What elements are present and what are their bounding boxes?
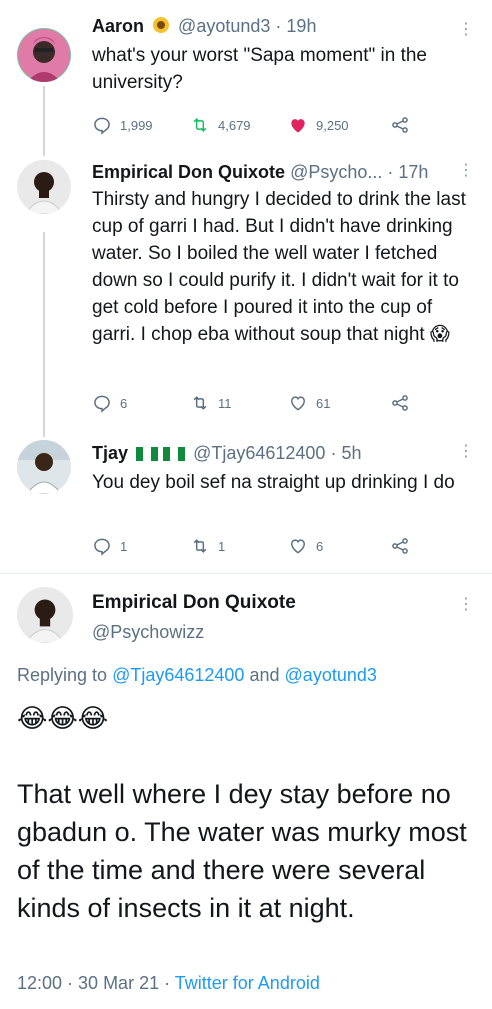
tweet-time[interactable]: 19h — [286, 16, 316, 36]
retweet-count: 11 — [218, 395, 232, 411]
more-icon[interactable]: ⋮ — [458, 22, 474, 38]
tweet-header: Aaron @ayotund3 · 19h — [92, 14, 480, 40]
avatar[interactable] — [17, 587, 73, 643]
tweet-meta: 12:00 · 30 Mar 21 · Twitter for Android — [17, 973, 320, 993]
tweet-text: Thirsty and hungry I decided to drink th… — [92, 189, 466, 345]
tweet-text: You dey boil sef na straight up drinking… — [92, 472, 455, 493]
retweet-button[interactable]: 1 — [190, 536, 225, 556]
retweet-count: 4,679 — [218, 117, 251, 133]
share-icon — [392, 395, 408, 411]
reply-button[interactable]: 6 — [92, 393, 127, 413]
retweet-icon — [193, 118, 207, 132]
like-icon — [291, 119, 305, 133]
retweet-icon — [193, 396, 207, 410]
share-button[interactable] — [390, 536, 418, 556]
reply-count: 6 — [120, 395, 128, 411]
mention-link[interactable]: @Tjay64612400 — [112, 665, 244, 685]
author-name[interactable]: Empirical Don Quixote — [92, 162, 285, 182]
thread-line-2 — [43, 232, 45, 437]
replying-to: Replying to @Tjay64612400 and @ayotund3 — [17, 665, 377, 685]
mention-link[interactable]: @ayotund3 — [285, 665, 377, 685]
like-count: 6 — [316, 538, 324, 554]
reply-icon — [94, 538, 110, 556]
more-icon[interactable]: ⋮ — [458, 597, 474, 613]
tweet-time[interactable]: 17h — [398, 162, 428, 182]
divider — [0, 573, 492, 574]
share-button[interactable] — [390, 115, 418, 135]
tweet-time[interactable]: 5h — [341, 443, 361, 463]
author-handle[interactable]: @Tjay64612400 — [193, 443, 325, 463]
tweet-header: Tjay @Tjay64612400 · 5h — [92, 441, 480, 467]
tweet-actions: 1,999 4,679 9,250 — [92, 115, 422, 135]
reply-count: 1,999 — [120, 117, 153, 133]
tweet-header: Empirical Don Quixote @Psycho... · 17h — [92, 162, 429, 182]
flag-icon — [136, 443, 186, 467]
tweet-text: what's your worst "Sapa moment" in the u… — [92, 45, 427, 93]
like-count: 61 — [316, 395, 331, 411]
tweet-actions: 1 1 6 — [92, 536, 422, 556]
like-icon — [290, 539, 306, 554]
retweet-count: 1 — [218, 538, 226, 554]
reply-button[interactable]: 1 — [92, 536, 127, 556]
author-handle[interactable]: @Psycho... — [290, 162, 382, 182]
avatar[interactable] — [17, 28, 71, 82]
like-count: 9,250 — [316, 117, 349, 133]
retweet-icon — [193, 539, 207, 553]
reply-icon — [94, 117, 110, 135]
avatar[interactable] — [17, 160, 71, 214]
share-icon — [392, 538, 408, 554]
more-icon[interactable]: ⋮ — [458, 444, 474, 460]
like-button[interactable]: 61 — [288, 393, 330, 413]
thread-line-1 — [43, 86, 45, 156]
timestamp[interactable]: 12:00 · 30 Mar 21 — [17, 973, 159, 993]
author-handle[interactable]: @Psychowizz — [92, 622, 480, 643]
sunflower-icon — [152, 16, 170, 40]
author-name[interactable]: Tjay — [92, 443, 128, 463]
emoji-line: 😂😂😂 — [17, 703, 109, 733]
reply-count: 1 — [120, 538, 128, 554]
source-link[interactable]: Twitter for Android — [175, 973, 320, 993]
retweet-button[interactable]: 11 — [190, 393, 232, 413]
author-name[interactable]: Empirical Don Quixote — [92, 592, 480, 614]
author-handle[interactable]: @ayotund3 — [178, 16, 270, 36]
tweet-text: That well where I dey stay before no gba… — [17, 779, 467, 923]
reply-icon — [94, 395, 110, 413]
like-button[interactable]: 9,250 — [288, 115, 349, 135]
share-icon — [392, 117, 408, 133]
like-button[interactable]: 6 — [288, 536, 323, 556]
share-button[interactable] — [390, 393, 418, 413]
retweet-button[interactable]: 4,679 — [190, 115, 251, 135]
tweet-actions: 6 11 61 — [92, 393, 422, 413]
author-name[interactable]: Aaron — [92, 16, 144, 36]
avatar[interactable] — [17, 440, 71, 494]
like-icon — [290, 396, 306, 411]
reply-button[interactable]: 1,999 — [92, 115, 153, 135]
more-icon[interactable]: ⋮ — [458, 163, 474, 179]
